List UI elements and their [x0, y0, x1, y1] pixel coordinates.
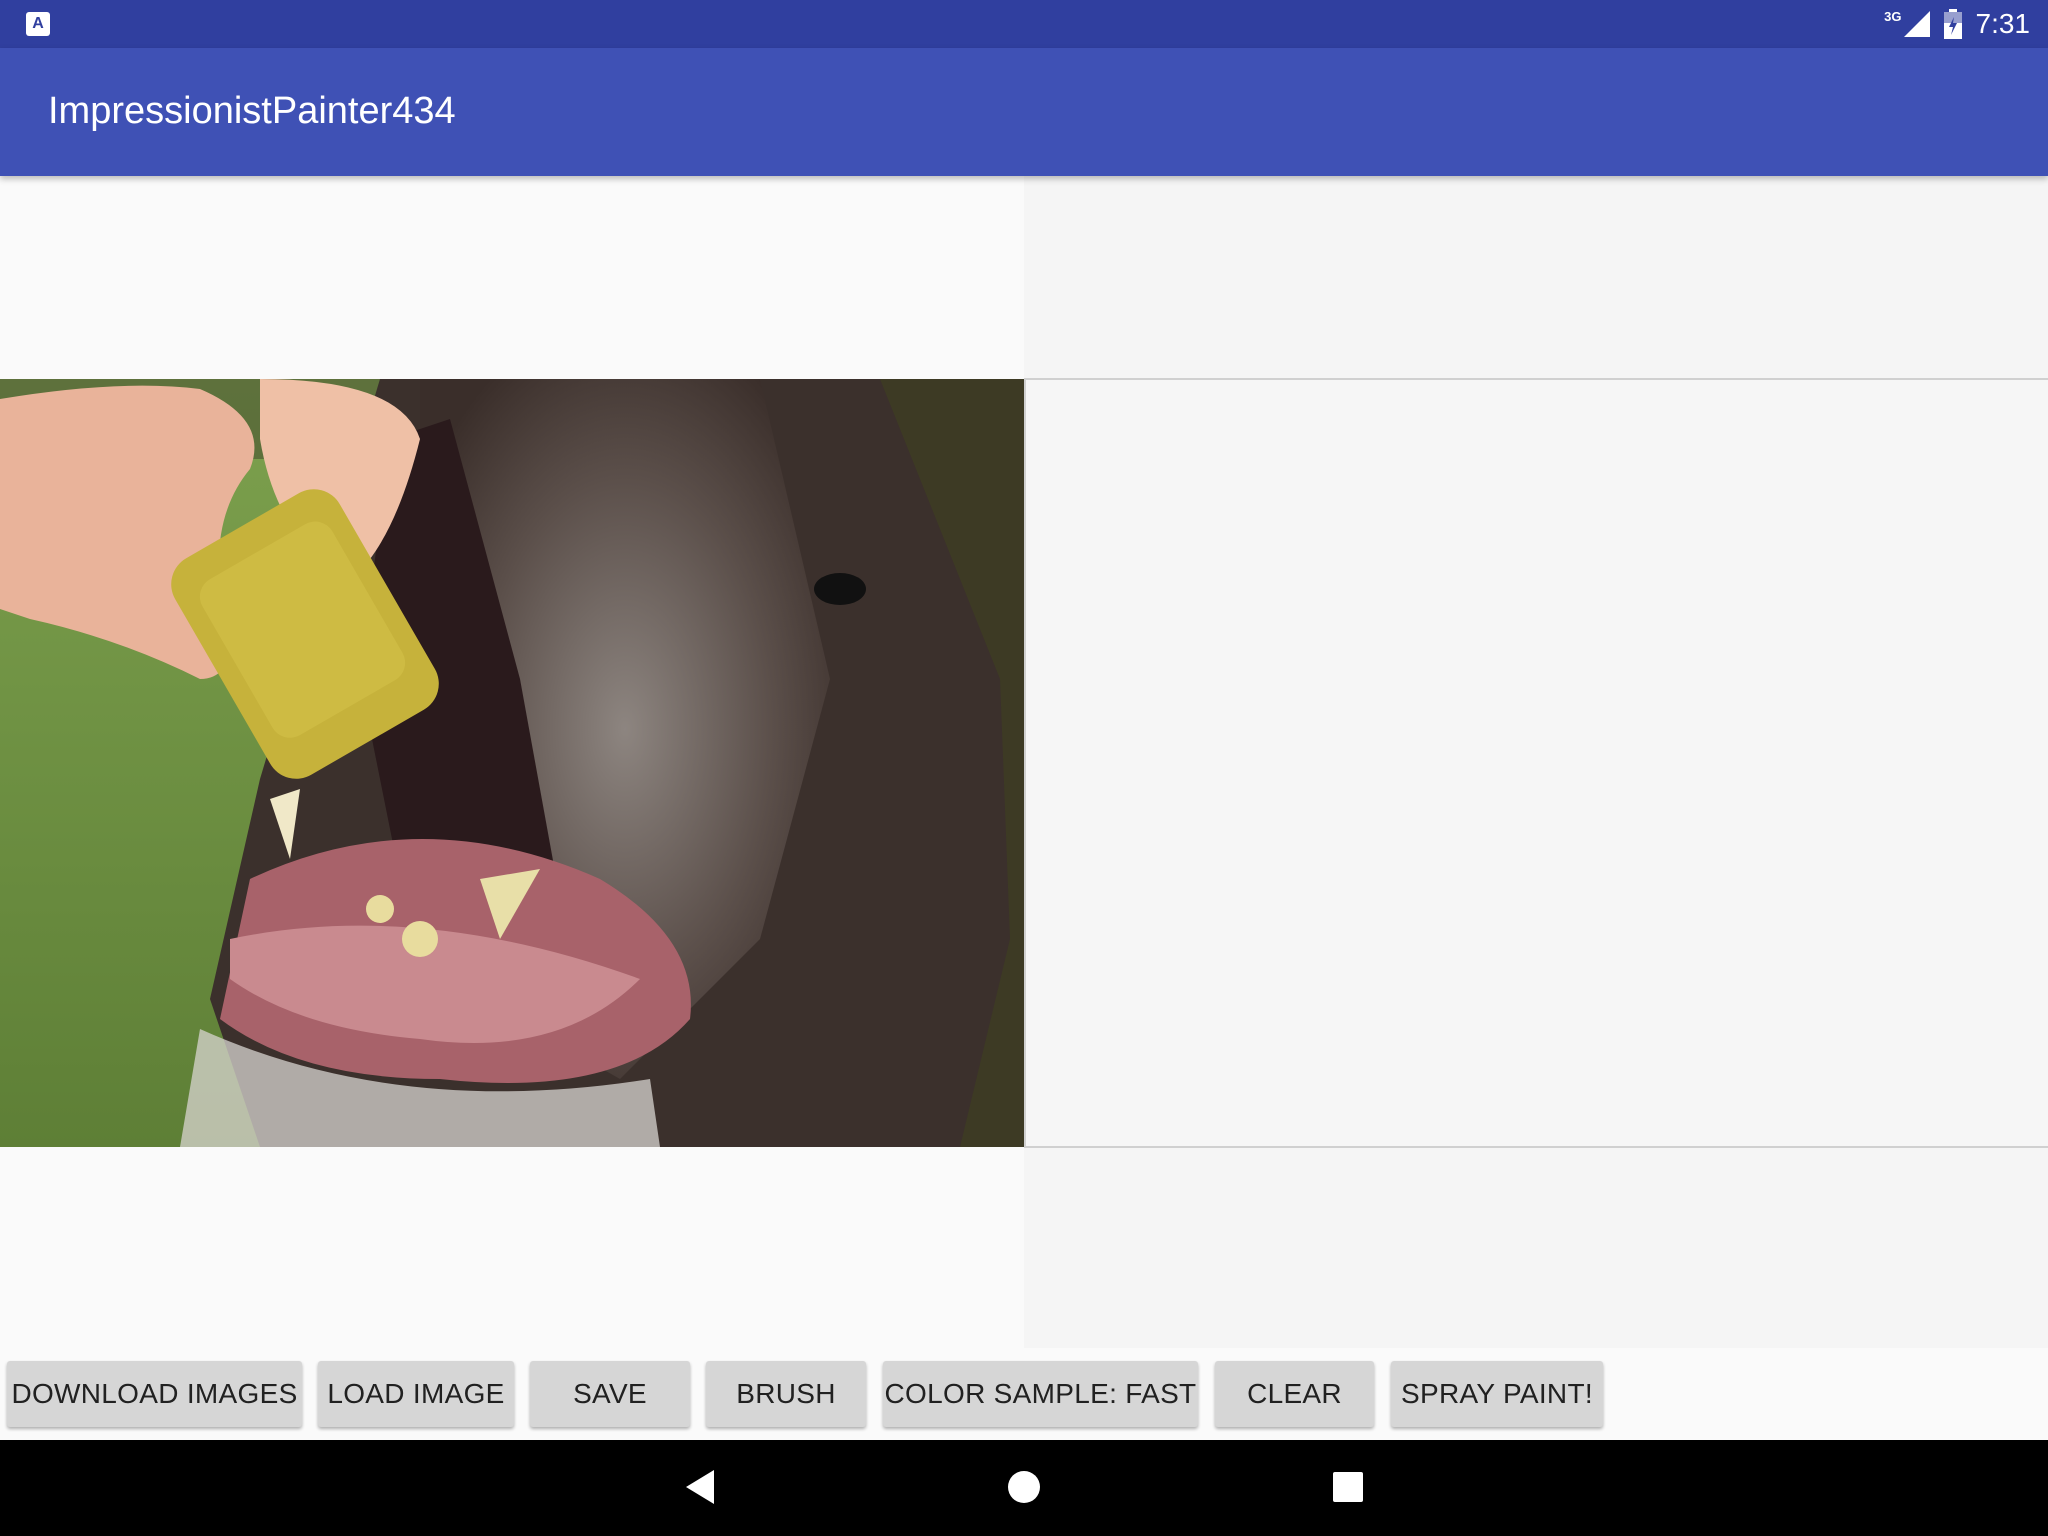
- recents-icon[interactable]: [1332, 1468, 1364, 1511]
- clock: 7:31: [1975, 8, 2031, 39]
- network-type-label: 3G: [1884, 8, 1902, 24]
- save-button[interactable]: SAVE: [530, 1361, 690, 1427]
- download-images-button[interactable]: DOWNLOAD IMAGES: [7, 1361, 302, 1427]
- button-toolbar: DOWNLOAD IMAGES LOAD IMAGE SAVE BRUSH CO…: [0, 1348, 2048, 1440]
- status-indicators: 3G 7:31: [1884, 0, 2030, 48]
- app-bar: ImpressionistPainter434: [0, 48, 2048, 176]
- spray-paint-button[interactable]: SPRAY PAINT!: [1391, 1361, 1603, 1427]
- dog-photo-icon: [0, 379, 1024, 1147]
- brush-button[interactable]: BRUSH: [706, 1361, 866, 1427]
- back-icon[interactable]: [684, 1468, 716, 1511]
- color-sample-button[interactable]: COLOR SAMPLE: FAST: [883, 1361, 1198, 1427]
- battery-icon: [1943, 9, 1962, 39]
- home-icon[interactable]: [1007, 1468, 1041, 1511]
- load-image-button[interactable]: LOAD IMAGE: [318, 1361, 514, 1427]
- painting-canvas[interactable]: [1024, 378, 2048, 1148]
- navigation-bar: [0, 1440, 2048, 1536]
- source-image[interactable]: [0, 379, 1024, 1147]
- clear-button[interactable]: CLEAR: [1215, 1361, 1374, 1427]
- app-notification-icon: A: [26, 12, 50, 36]
- status-bar: A 3G 7:31: [0, 0, 2048, 48]
- app-title: ImpressionistPainter434: [48, 90, 456, 132]
- signal-icon: [1903, 11, 1930, 37]
